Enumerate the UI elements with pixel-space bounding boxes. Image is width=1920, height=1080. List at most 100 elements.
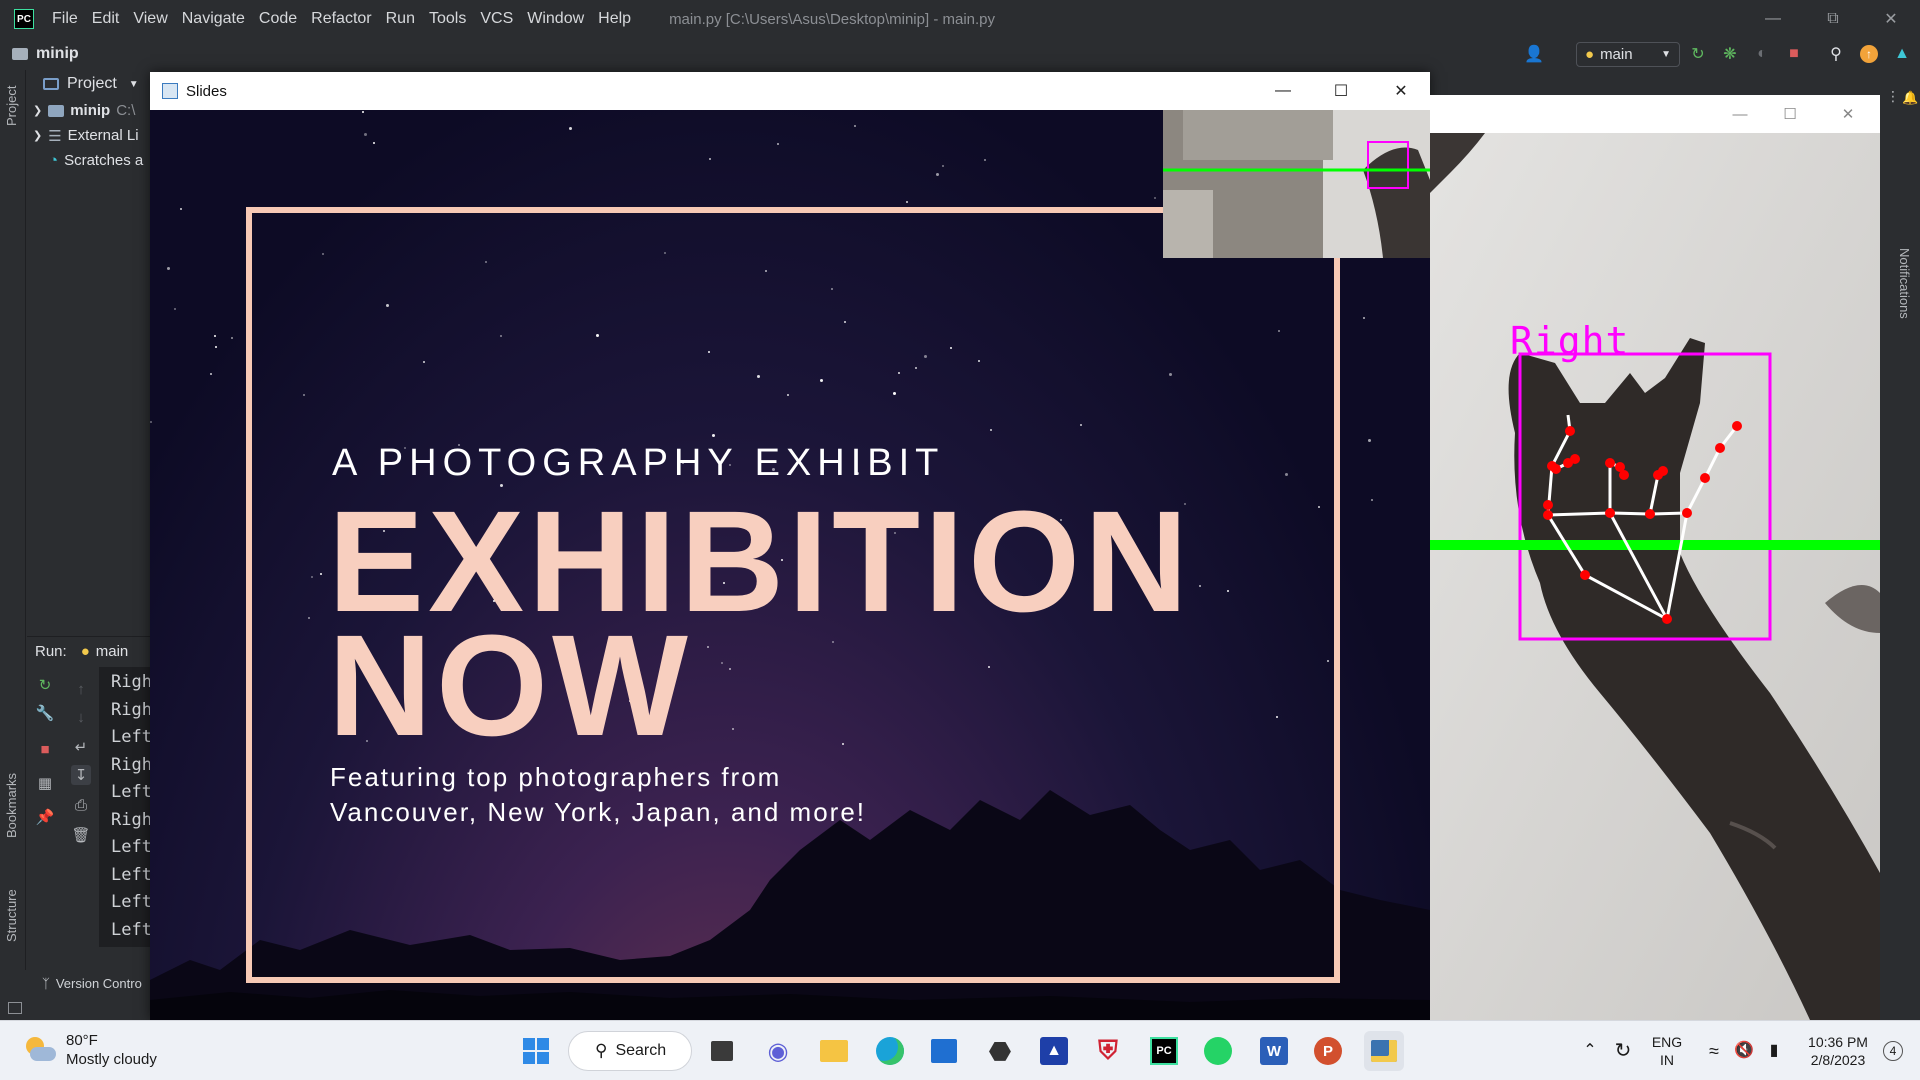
wifi-icon[interactable]: ≈	[1700, 1021, 1728, 1080]
run-tab-main[interactable]: ● main	[81, 643, 129, 660]
task-view-icon[interactable]	[702, 1031, 742, 1071]
camera-close-button[interactable]: ✕	[1828, 95, 1868, 133]
language-indicator[interactable]: ENG IN	[1646, 1021, 1688, 1080]
project-tool-tab[interactable]: Project	[4, 86, 19, 126]
run-config-selector[interactable]: ● main ▼	[1576, 42, 1680, 67]
search-icon[interactable]: ⚲	[1826, 44, 1846, 64]
project-name[interactable]: minip	[36, 45, 79, 63]
arrow-down-icon[interactable]: ↓	[71, 707, 91, 727]
slides-close-button[interactable]: ✕	[1372, 72, 1430, 110]
layout-toggle-icon[interactable]	[8, 1002, 22, 1014]
notifications-tool-tab[interactable]: Notifications	[1897, 248, 1912, 319]
file-explorer-icon[interactable]	[814, 1031, 854, 1071]
star	[231, 337, 233, 339]
user-icon[interactable]: 👤	[1524, 44, 1544, 64]
star	[984, 159, 986, 161]
star	[569, 127, 572, 130]
pin-icon[interactable]: 📌	[35, 807, 55, 827]
chevron-right-icon: ❯	[33, 105, 43, 117]
sync-icon[interactable]: ↻	[1608, 1021, 1638, 1080]
arrow-up-icon[interactable]: ↑	[71, 679, 91, 699]
rerun-icon[interactable]: ↻	[35, 675, 55, 695]
menu-navigate[interactable]: Navigate	[182, 10, 245, 28]
search-label: Search	[615, 1042, 667, 1059]
run-console[interactable]: Righ Righ Left Righ Left Righ Left Left …	[99, 667, 151, 947]
print-icon[interactable]: ⎙	[71, 795, 91, 815]
threshold-line	[1430, 540, 1880, 550]
pycharm-icon[interactable]: PC	[1144, 1031, 1184, 1071]
menu-vcs[interactable]: VCS	[480, 10, 513, 28]
menu-window[interactable]: Window	[527, 10, 584, 28]
debug-icon[interactable]: ❋	[1720, 44, 1740, 64]
console-line: Left	[111, 892, 151, 912]
mcafee-icon[interactable]: ⛨	[1088, 1031, 1128, 1071]
stop-icon[interactable]: ■	[1784, 44, 1804, 64]
chat-icon[interactable]: ◉	[758, 1031, 798, 1071]
python-icon: ●	[80, 642, 90, 660]
more-options-icon[interactable]: ⋮	[1886, 88, 1900, 105]
profile-icon[interactable]: ◐	[1752, 44, 1772, 64]
slide-headline-line2: NOW	[328, 605, 692, 766]
bookmarks-tool-tab[interactable]: Bookmarks	[4, 773, 19, 838]
camera-maximize-button[interactable]: ☐	[1770, 95, 1810, 133]
whatsapp-icon[interactable]	[1198, 1031, 1238, 1071]
project-view-icon	[43, 78, 59, 90]
chevron-down-icon[interactable]: ▼	[129, 79, 139, 90]
microsoft-store-icon[interactable]	[924, 1031, 964, 1071]
word-icon[interactable]: W	[1254, 1031, 1294, 1071]
edge-icon[interactable]	[870, 1031, 910, 1071]
tree-item-external-libraries[interactable]: ❯ ☰ External Li	[27, 123, 151, 148]
volume-muted-icon[interactable]: 🔇	[1730, 1021, 1758, 1080]
ide-toolbar: minip 👤 ● main ▼ ↻ ❋ ◐ ■ ⚲ ↑ ▲	[0, 38, 1920, 70]
powerpoint-icon[interactable]: P	[1308, 1031, 1348, 1071]
scroll-to-end-icon[interactable]: ↧	[71, 765, 91, 785]
star	[167, 267, 170, 270]
menu-help[interactable]: Help	[598, 10, 631, 28]
unity-icon[interactable]: ⬣	[980, 1031, 1020, 1071]
notification-count: 4	[1883, 1041, 1903, 1061]
ide-minimize-button[interactable]: —	[1744, 0, 1802, 38]
camera-minimize-button[interactable]: —	[1720, 95, 1760, 133]
layout-icon[interactable]: ▦	[35, 773, 55, 793]
menu-refactor[interactable]: Refactor	[311, 10, 371, 28]
chevron-down-icon: ▼	[1661, 49, 1671, 60]
menu-code[interactable]: Code	[259, 10, 297, 28]
ide-close-button[interactable]: ✕	[1862, 0, 1920, 38]
star	[180, 208, 182, 210]
menu-view[interactable]: View	[133, 10, 167, 28]
menu-run[interactable]: Run	[386, 10, 415, 28]
version-control-tab[interactable]: ᛉ Version Contro	[42, 976, 142, 991]
menu-edit[interactable]: Edit	[92, 10, 120, 28]
ide-restore-button[interactable]: ⧉	[1804, 0, 1862, 38]
start-button[interactable]	[516, 1031, 556, 1071]
menu-tools[interactable]: Tools	[429, 10, 466, 28]
chevron-up-icon[interactable]: ⌃	[1576, 1021, 1604, 1080]
notification-badge[interactable]: 4	[1878, 1021, 1908, 1080]
project-panel-header[interactable]: Project ▼	[27, 70, 151, 98]
slides-maximize-button[interactable]: ☐	[1312, 72, 1370, 110]
update-icon[interactable]: ↑	[1860, 45, 1878, 63]
structure-tool-tab[interactable]: Structure	[4, 889, 19, 942]
menu-file[interactable]: File	[52, 10, 78, 28]
chevron-right-icon: ❯	[33, 130, 43, 142]
clock[interactable]: 10:36 PM 2/8/2023	[1792, 1021, 1884, 1080]
visual-studio-icon[interactable]: ▲	[1034, 1031, 1074, 1071]
battery-icon[interactable]: ▮	[1760, 1021, 1788, 1080]
star	[214, 335, 216, 337]
taskbar-search[interactable]: ⚲ Search	[568, 1031, 692, 1071]
weather-widget[interactable]: 80°F Mostly cloudy	[22, 1031, 157, 1069]
wrench-icon[interactable]: 🔧	[35, 703, 55, 723]
stop-icon[interactable]: ■	[35, 739, 55, 759]
rerun-icon[interactable]: ↻	[1688, 44, 1708, 64]
tree-item-minip[interactable]: ❯ minip C:\	[27, 98, 151, 123]
soft-wrap-icon[interactable]: ↵	[71, 737, 91, 757]
jetbrains-toolbox-icon[interactable]: ▲	[1892, 44, 1912, 64]
trash-icon[interactable]: 🗑	[71, 825, 91, 845]
language-line1: ENG	[1651, 1034, 1683, 1050]
scratches-icon: ◔	[49, 152, 59, 169]
run-label: Run:	[35, 642, 67, 660]
slides-minimize-button[interactable]: —	[1254, 72, 1312, 110]
tree-item-scratches[interactable]: ◔ Scratches a	[27, 148, 151, 173]
python-app-icon[interactable]	[1364, 1031, 1404, 1071]
bell-icon[interactable]: 🔔	[1902, 90, 1918, 106]
